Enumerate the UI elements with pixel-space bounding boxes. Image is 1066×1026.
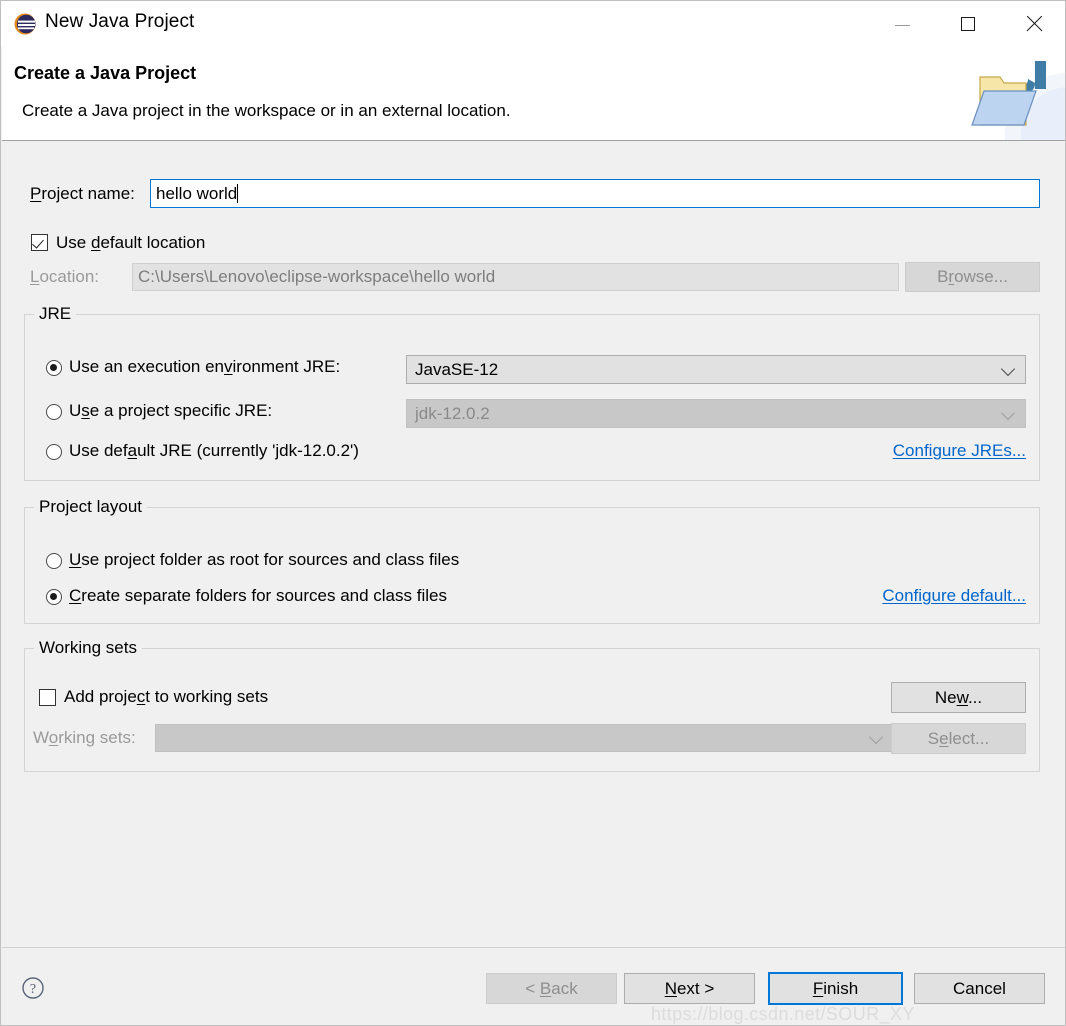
eclipse-icon — [13, 12, 37, 36]
next-label: Next > — [664, 978, 715, 998]
cancel-button[interactable]: Cancel — [914, 973, 1045, 1004]
back-button: < Back — [486, 973, 617, 1004]
radio-project-specific-jre[interactable] — [46, 404, 62, 420]
project-layout-group-title: Project layout — [34, 497, 147, 517]
browse-button: Browse... — [905, 262, 1040, 292]
project-name-value: hello world — [156, 183, 238, 203]
radio-default-jre[interactable] — [46, 444, 62, 460]
configure-default-link[interactable]: Configure default... — [882, 586, 1026, 606]
radio-execution-environment-jre[interactable] — [46, 360, 62, 376]
wizard-body: Project name: hello world Use default lo… — [2, 141, 1065, 946]
radio-project-specific-jre-label: Use a project specific JRE: — [69, 401, 273, 420]
location-input: C:\Users\Lenovo\eclipse-workspace\hello … — [132, 263, 899, 291]
window-controls — [869, 1, 1065, 47]
location-label: Location: — [30, 267, 100, 286]
project-specific-jre-combo: jdk-12.0.2 — [406, 399, 1026, 428]
maximize-icon[interactable] — [935, 1, 1001, 47]
chevron-down-icon — [1000, 361, 1016, 376]
cancel-label: Cancel — [953, 978, 1006, 998]
svg-text:?: ? — [30, 982, 36, 997]
add-project-to-working-sets-checkbox[interactable] — [39, 689, 56, 706]
title-bar: New Java Project — [1, 1, 1065, 47]
working-sets-group: Working sets Add project to working sets… — [24, 638, 1040, 772]
text-caret — [237, 184, 239, 203]
page-description: Create a Java project in the workspace o… — [22, 101, 511, 120]
project-name-input[interactable]: hello world — [150, 179, 1040, 208]
java-project-folder-icon — [885, 47, 1065, 140]
radio-default-jre-label: Use default JRE (currently 'jdk-12.0.2') — [69, 441, 359, 460]
select-working-set-button: Select... — [891, 723, 1026, 754]
radio-project-folder-root[interactable] — [46, 553, 62, 569]
working-sets-combo — [155, 724, 894, 752]
page-title: Create a Java Project — [14, 63, 197, 83]
add-project-to-working-sets-label: Add project to working sets — [64, 687, 269, 706]
execution-environment-combo[interactable]: JavaSE-12 — [406, 355, 1026, 384]
chevron-down-icon — [1000, 405, 1016, 420]
help-icon[interactable]: ? — [21, 976, 45, 1000]
working-sets-label: Working sets: — [33, 728, 136, 747]
working-sets-group-title: Working sets — [34, 638, 142, 658]
finish-label: Finish — [812, 978, 859, 998]
radio-separate-folders-label: Create separate folders for sources and … — [69, 586, 447, 605]
jre-group-title: JRE — [34, 304, 77, 324]
select-working-set-label: Select... — [927, 728, 990, 748]
minimize-icon[interactable] — [869, 1, 935, 47]
project-layout-group: Project layout Use project folder as roo… — [24, 497, 1040, 624]
window-title: New Java Project — [45, 11, 195, 32]
configure-jres-link[interactable]: Configure JREs... — [893, 441, 1026, 461]
close-icon[interactable] — [1001, 1, 1065, 47]
new-working-set-button[interactable]: New... — [891, 682, 1026, 713]
new-working-set-label: New... — [934, 687, 983, 707]
project-name-label: Project name: — [30, 184, 135, 203]
next-button[interactable]: Next > — [624, 973, 755, 1004]
back-label: < Back — [525, 978, 578, 998]
execution-environment-value: JavaSE-12 — [415, 359, 499, 379]
use-default-location-label: Use default location — [56, 233, 206, 252]
finish-button[interactable]: Finish — [768, 972, 903, 1005]
new-java-project-dialog: New Java Project Create a Java Project C… — [0, 0, 1066, 1026]
jre-group: JRE Use an execution environment JRE: Ja… — [24, 304, 1040, 481]
location-value: C:\Users\Lenovo\eclipse-workspace\hello … — [138, 267, 496, 286]
radio-separate-folders[interactable] — [46, 589, 62, 605]
project-specific-jre-value: jdk-12.0.2 — [415, 403, 490, 423]
radio-project-folder-root-label: Use project folder as root for sources a… — [69, 550, 460, 569]
wizard-header: Create a Java Project Create a Java proj… — [2, 47, 1065, 141]
radio-execution-environment-jre-label: Use an execution environment JRE: — [69, 357, 341, 376]
chevron-down-icon — [868, 729, 884, 745]
use-default-location-checkbox[interactable] — [31, 234, 48, 251]
browse-label: Browse... — [937, 267, 1008, 286]
